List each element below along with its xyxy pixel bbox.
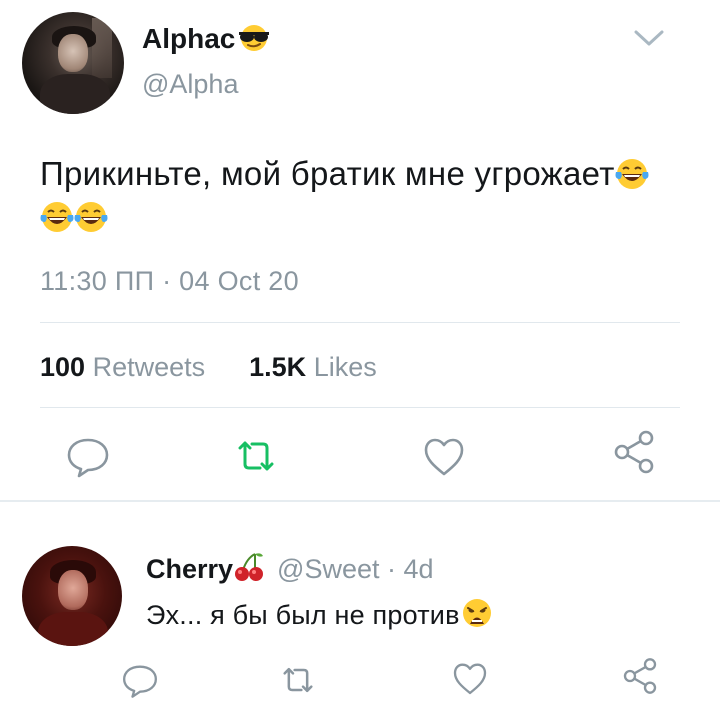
- section-separator: [0, 500, 720, 502]
- likes-stat[interactable]: 1.5K Likes: [249, 352, 377, 382]
- reply-header: Cherry @Sweet · 4d: [146, 552, 434, 586]
- sunglasses-emoji-icon: [239, 25, 270, 51]
- reply-avatar[interactable]: [22, 546, 122, 646]
- chevron-down-icon[interactable]: [632, 26, 666, 50]
- author-handle[interactable]: @Alpha: [142, 68, 238, 100]
- reply-icon[interactable]: [120, 660, 160, 700]
- retweet-icon[interactable]: [278, 660, 318, 700]
- reply-icon[interactable]: [64, 432, 112, 480]
- retweet-icon[interactable]: [232, 432, 280, 480]
- tweet-text: Прикиньте, мой братик мне угрожает: [40, 152, 660, 238]
- tears-of-joy-emoji-icon: [40, 202, 74, 232]
- cherries-emoji-icon: [235, 553, 264, 581]
- share-icon[interactable]: [610, 428, 658, 476]
- tweet-timestamp[interactable]: 11:30 ПП · 04 Oct 20: [40, 264, 299, 298]
- retweets-stat[interactable]: 100 Retweets: [40, 352, 205, 382]
- avatar[interactable]: [22, 12, 124, 114]
- weary-face-emoji-icon: [462, 599, 491, 627]
- tears-of-joy-emoji-icon: [74, 202, 108, 232]
- share-icon[interactable]: [620, 656, 660, 696]
- reply-author-name[interactable]: Cherry: [146, 554, 233, 584]
- divider: [40, 322, 680, 323]
- divider: [40, 407, 680, 408]
- author-name[interactable]: Alphac: [142, 22, 272, 56]
- reply-text: Эх... я бы был не против: [146, 596, 493, 634]
- like-heart-icon[interactable]: [420, 432, 468, 480]
- like-heart-icon[interactable]: [450, 658, 490, 698]
- tears-of-joy-emoji-icon: [615, 159, 649, 189]
- tweet-stats: 100 Retweets 1.5K Likes: [40, 350, 377, 384]
- reply-handle-time[interactable]: @Sweet · 4d: [277, 554, 433, 584]
